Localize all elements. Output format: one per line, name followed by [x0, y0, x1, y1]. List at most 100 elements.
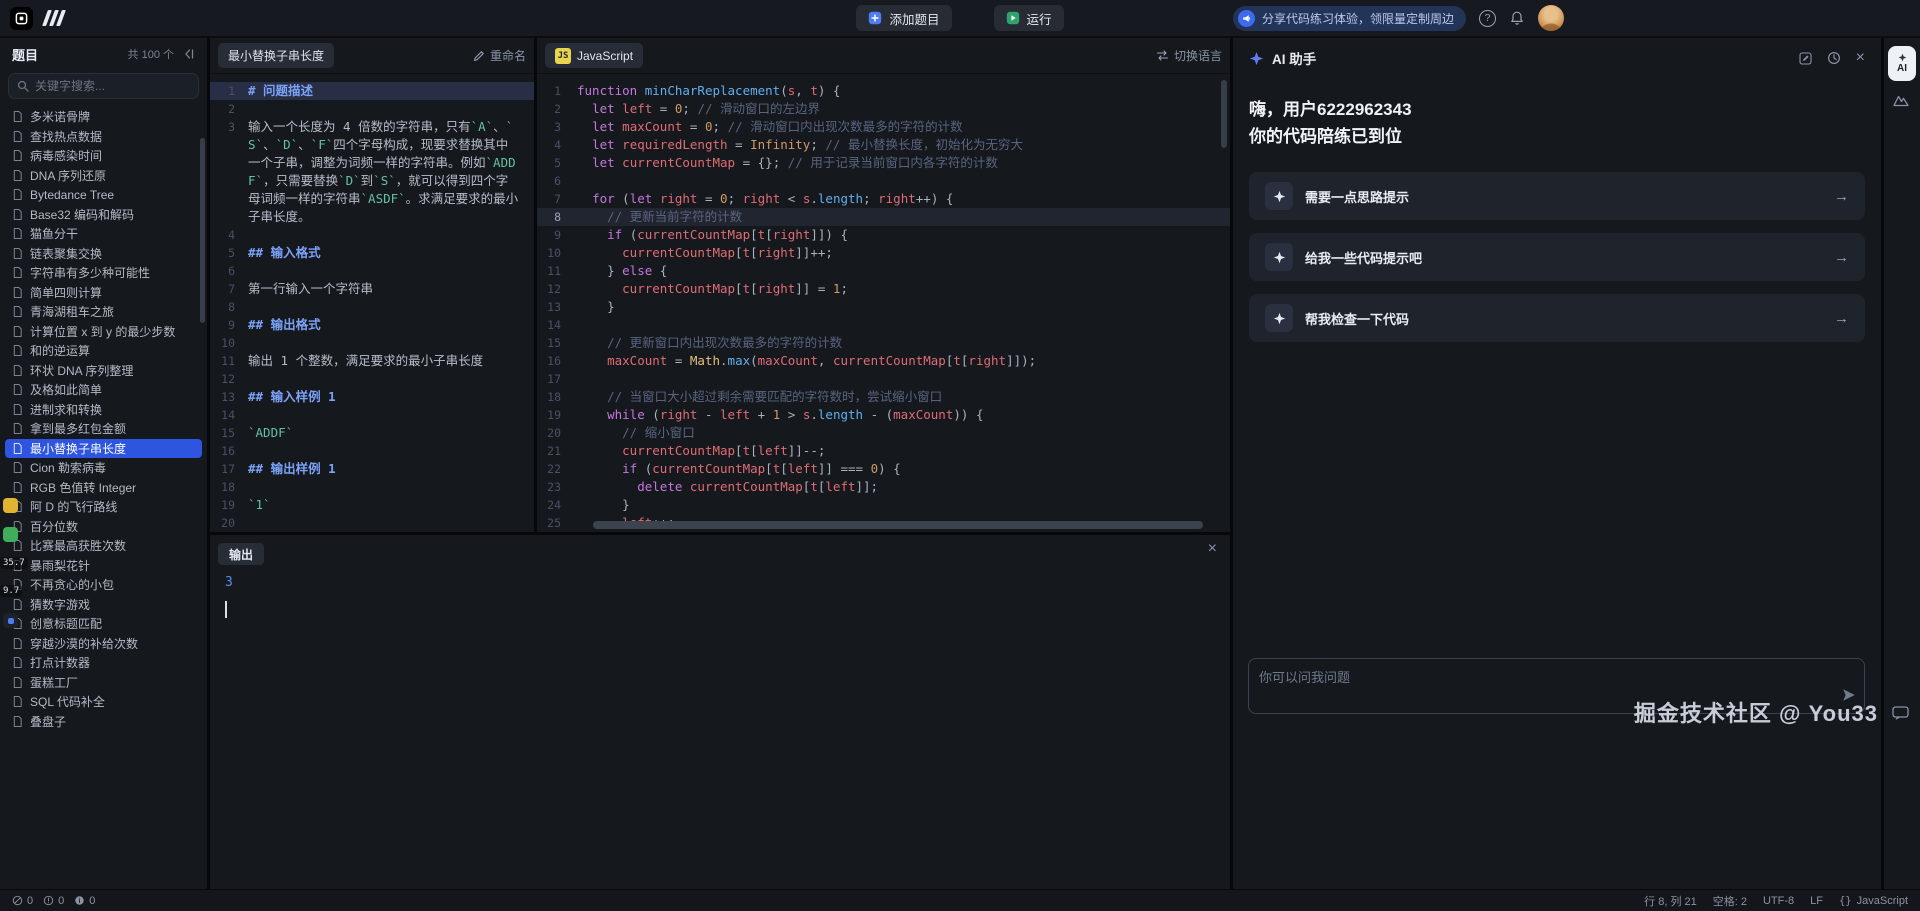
warnings-indicator[interactable]: 0	[43, 895, 64, 907]
sidebar-problem-item[interactable]: 暴雨梨花针	[5, 556, 202, 576]
editors-row: 最小替换子串长度 重命名 1# 问题描述23输入一个长度为 4 倍数的字符串，只…	[210, 38, 1230, 532]
sidebar-problem-item[interactable]: 猜数字游戏	[5, 595, 202, 615]
problem-item-label: RGB 色值转 Integer	[30, 479, 136, 496]
sidebar-problem-item[interactable]: RGB 色值转 Integer	[5, 478, 202, 498]
ai-prompt-button[interactable]: 给我一些代码提示吧→	[1249, 233, 1865, 281]
encoding-setting[interactable]: UTF-8	[1763, 895, 1794, 907]
code-line: 4 let requiredLength = Infinity; // 最小替换…	[537, 136, 1230, 154]
run-button[interactable]: 运行	[994, 5, 1064, 31]
sidebar-problem-item[interactable]: 创意标题匹配	[5, 614, 202, 634]
overlay-widget-dark[interactable]	[3, 613, 18, 628]
vertical-scrollbar[interactable]	[1221, 80, 1227, 148]
switch-language-label: 切换语言	[1174, 47, 1222, 64]
problem-item-label: 猜数字游戏	[30, 596, 90, 613]
code-editor[interactable]: 1function minCharReplacement(s, t) {2 le…	[537, 74, 1230, 532]
close-output-icon[interactable]: ×	[1208, 541, 1217, 557]
switch-language-button[interactable]: 切换语言	[1156, 47, 1222, 64]
code-line: 14	[537, 316, 1230, 334]
overlay-widget-green[interactable]	[3, 527, 18, 542]
app-logo[interactable]	[10, 7, 33, 30]
errors-indicator[interactable]: 0	[12, 895, 33, 907]
collapse-sidebar-icon[interactable]	[182, 48, 195, 60]
ai-toggle-button[interactable]: AI	[1888, 46, 1916, 81]
overlay-value-2[interactable]: 9.7	[0, 585, 22, 597]
language-mode[interactable]: {} JavaScript	[1839, 895, 1908, 907]
sidebar-problem-item[interactable]: Base32 编码和解码	[5, 205, 202, 225]
markdown-line: 8	[210, 298, 534, 316]
sidebar-problem-item[interactable]: DNA 序列还原	[5, 166, 202, 186]
add-problem-button[interactable]: 添加题目	[856, 5, 951, 31]
problem-description-panel: 最小替换子串长度 重命名 1# 问题描述23输入一个长度为 4 倍数的字符串，只…	[210, 38, 534, 532]
problem-tab[interactable]: 最小替换子串长度	[218, 43, 334, 68]
ai-prompt-button[interactable]: 需要一点思路提示→	[1249, 172, 1865, 220]
sidebar-problem-item[interactable]: 比赛最高获胜次数	[5, 536, 202, 556]
sidebar-problem-item[interactable]: 链表聚集交换	[5, 244, 202, 264]
sidebar-problem-item[interactable]: 简单四则计算	[5, 283, 202, 303]
help-icon[interactable]: ?	[1479, 10, 1496, 27]
ai-input-box[interactable]	[1248, 658, 1865, 714]
language-tab[interactable]: JS JavaScript	[545, 43, 643, 68]
sidebar-problem-item[interactable]: 查找热点数据	[5, 127, 202, 147]
sidebar-problem-item[interactable]: 阿 D 的飞行路线	[5, 497, 202, 517]
indent-setting[interactable]: 空格: 2	[1713, 893, 1747, 909]
promo-text: 分享代码练习体验，领限量定制周边	[1262, 10, 1454, 27]
code-line: 11 } else {	[537, 262, 1230, 280]
problem-description-editor[interactable]: 1# 问题描述23输入一个长度为 4 倍数的字符串，只有`A`、`S`、`D`、…	[210, 74, 534, 532]
ai-question-input[interactable]	[1259, 667, 1840, 705]
sidebar-problem-item[interactable]: 多米诺骨牌	[5, 107, 202, 127]
eol-setting[interactable]: LF	[1810, 895, 1823, 907]
sidebar-problem-item[interactable]: 打点计数器	[5, 653, 202, 673]
sidebar-problem-item[interactable]: 计算位置 x 到 y 的最少步数	[5, 322, 202, 342]
search-box[interactable]	[8, 73, 199, 99]
document-icon	[12, 266, 23, 279]
horizontal-scrollbar[interactable]	[593, 521, 1203, 529]
sidebar-scrollbar[interactable]	[200, 138, 205, 323]
info-indicator[interactable]: 0	[74, 895, 95, 907]
markdown-line: 7第一行输入一个字符串	[210, 280, 534, 298]
sidebar-problem-item[interactable]: 环状 DNA 序列整理	[5, 361, 202, 381]
output-tab[interactable]: 输出	[218, 543, 264, 565]
arrow-right-icon: →	[1834, 249, 1849, 266]
ai-header-actions: ×	[1799, 50, 1865, 66]
problem-item-label: 蛋糕工厂	[30, 674, 78, 691]
rename-button[interactable]: 重命名	[473, 47, 526, 64]
sidebar-problem-item[interactable]: 进制求和转换	[5, 400, 202, 420]
sidebar-problem-item[interactable]: 百分位数	[5, 517, 202, 537]
sidebar-problem-item[interactable]: 蛋糕工厂	[5, 673, 202, 693]
promo-banner[interactable]: 分享代码练习体验，领限量定制周边	[1233, 6, 1466, 31]
sidebar-problem-item[interactable]: 青海湖租车之旅	[5, 302, 202, 322]
sidebar-problem-item[interactable]: 及格如此简单	[5, 380, 202, 400]
notification-bell-icon[interactable]	[1509, 10, 1525, 26]
code-line: 23 delete currentCountMap[t[left]];	[537, 478, 1230, 496]
search-input[interactable]	[35, 79, 190, 93]
new-chat-icon[interactable]	[1799, 52, 1812, 65]
feedback-chat-icon[interactable]	[1892, 706, 1909, 721]
ai-prompt-label: 需要一点思路提示	[1305, 187, 1409, 206]
overlay-widget-yellow[interactable]	[3, 498, 18, 513]
sidebar-title: 题目	[12, 45, 38, 64]
sidebar-problem-item[interactable]: 猫鱼分干	[5, 224, 202, 244]
sidebar-problem-item[interactable]: Bytedance Tree	[5, 185, 202, 205]
markdown-line: 9## 输出格式	[210, 316, 534, 334]
cursor-position[interactable]: 行 8, 列 21	[1644, 893, 1697, 909]
sidebar-problem-item[interactable]: 字符串有多少种可能性	[5, 263, 202, 283]
sidebar-problem-item[interactable]: 和的逆运算	[5, 341, 202, 361]
sidebar-problem-item[interactable]: Cion 勒索病毒	[5, 458, 202, 478]
brand-slashes-logo[interactable]	[45, 9, 63, 27]
code-tabbar: JS JavaScript 切换语言	[537, 38, 1230, 74]
history-icon[interactable]	[1827, 51, 1841, 65]
problem-item-label: 穿越沙漠的补给次数	[30, 635, 138, 652]
close-ai-panel-icon[interactable]: ×	[1856, 50, 1865, 66]
send-icon[interactable]	[1842, 688, 1856, 707]
sidebar-problem-item[interactable]: 病毒感染时间	[5, 146, 202, 166]
sidebar-problem-item[interactable]: 拿到最多红包金额	[5, 419, 202, 439]
sidebar-problem-item[interactable]: 叠盘子	[5, 712, 202, 732]
sidebar-problem-item[interactable]: SQL 代码补全	[5, 692, 202, 712]
mountain-icon[interactable]	[1892, 92, 1910, 108]
sidebar-problem-item[interactable]: 穿越沙漠的补给次数	[5, 634, 202, 654]
user-avatar[interactable]	[1538, 5, 1564, 31]
overlay-value-1[interactable]: 35.7	[0, 557, 28, 569]
ai-prompt-button[interactable]: 帮我检查一下代码→	[1249, 294, 1865, 342]
sidebar-problem-item[interactable]: 最小替换子串长度	[5, 439, 202, 459]
sidebar-problem-item[interactable]: 不再贪心的小包	[5, 575, 202, 595]
